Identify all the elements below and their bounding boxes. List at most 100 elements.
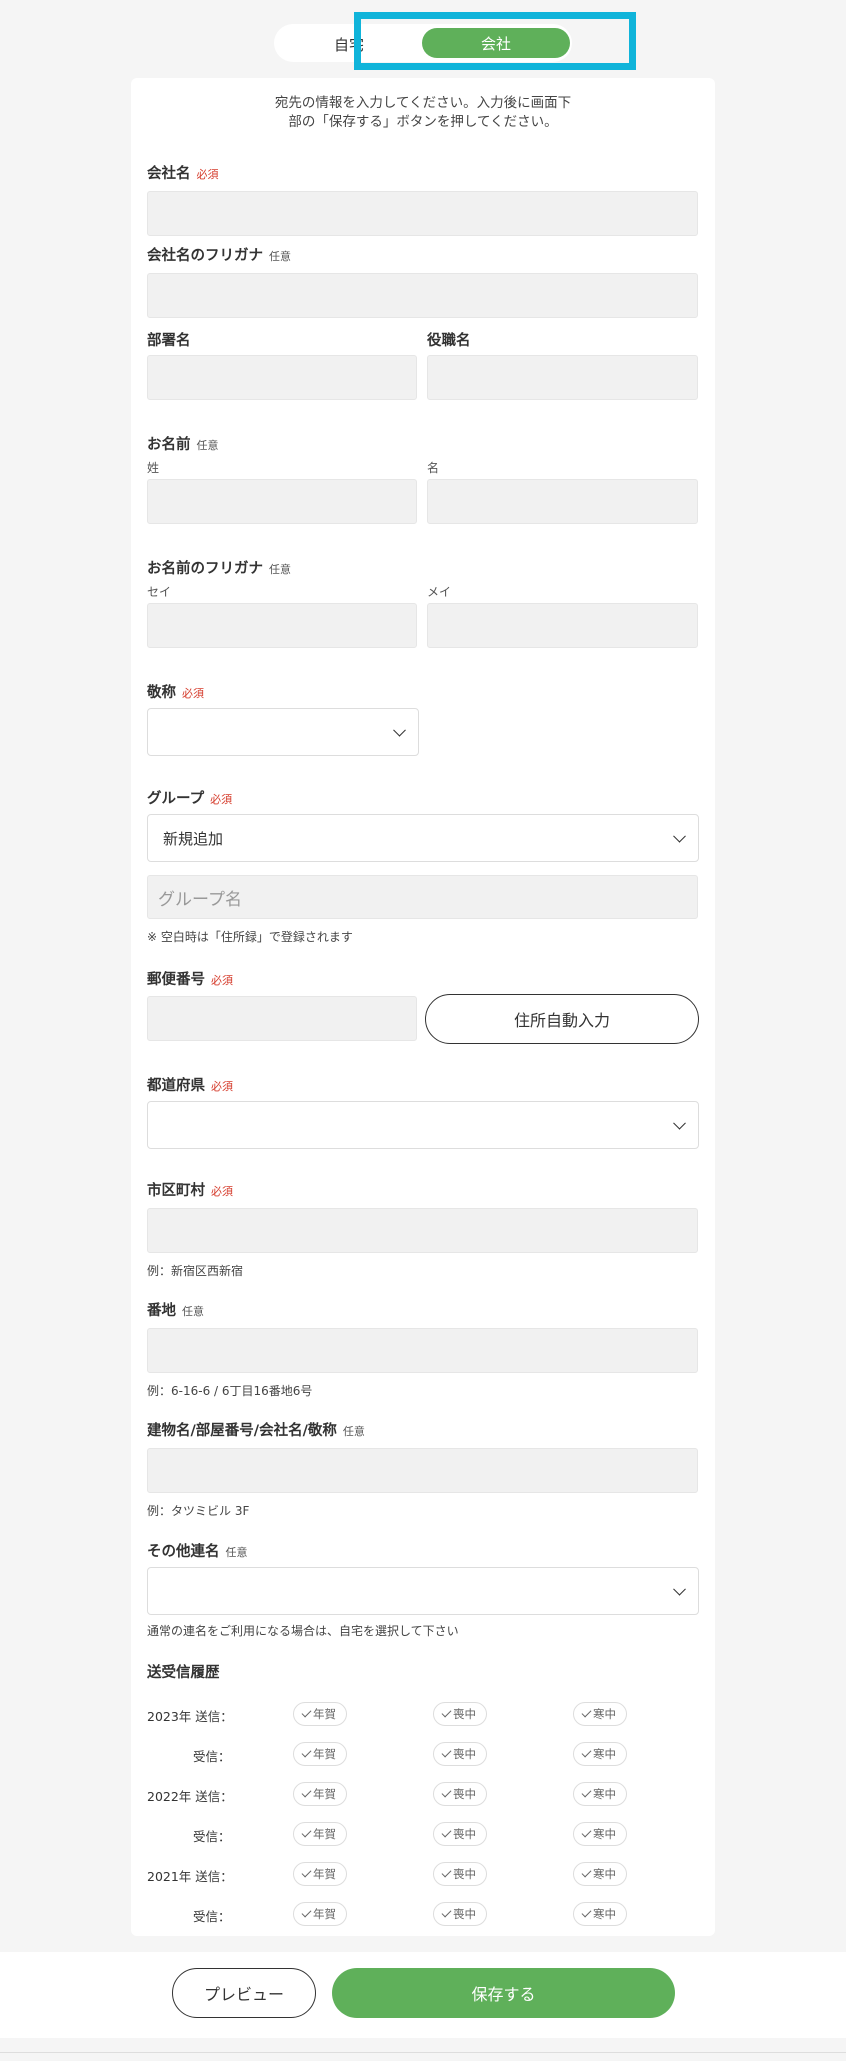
auto-address-button[interactable]: 住所自動入力 — [425, 994, 699, 1044]
history-chip[interactable]: 年賀 — [293, 1902, 347, 1926]
joint-select[interactable] — [147, 1567, 699, 1615]
history-chip-label: 寒中 — [593, 1827, 616, 1841]
history-chip[interactable]: 喪中 — [433, 1782, 487, 1806]
required-tag: 必須 — [182, 687, 204, 700]
history-title: 送受信履歴 — [147, 1665, 220, 1681]
history-chip-label: 喪中 — [453, 1707, 476, 1721]
department-label: 部署名 — [147, 333, 191, 349]
group-hint: ※ 空白時は「住所録」で登録されます — [147, 930, 353, 944]
history-chip-label: 寒中 — [593, 1907, 616, 1921]
history-row-label: 2022年 送信： — [147, 1789, 233, 1804]
history-chip[interactable]: 寒中 — [573, 1862, 627, 1886]
check-icon — [441, 1747, 452, 1758]
check-icon — [581, 1747, 592, 1758]
name-label: お名前 任意 — [147, 437, 219, 453]
history-chip-label: 喪中 — [453, 1747, 476, 1761]
history-chip[interactable]: 寒中 — [573, 1782, 627, 1806]
optional-tag: 任意 — [269, 250, 291, 263]
history-chip[interactable]: 年賀 — [293, 1742, 347, 1766]
required-tag: 必須 — [211, 974, 233, 987]
toggle-company[interactable]: 会社 — [422, 28, 570, 58]
honorific-label: 敬称 必須 — [147, 685, 204, 701]
address-type-toggle: 自宅 会社 — [274, 24, 572, 62]
mei-input[interactable] — [427, 603, 698, 648]
toggle-home[interactable]: 自宅 — [334, 34, 364, 55]
street-label: 番地 任意 — [147, 1303, 204, 1319]
history-row-label: 2023年 送信： — [147, 1709, 233, 1724]
company-kana-input[interactable] — [147, 273, 698, 318]
chevron-down-icon — [673, 1116, 686, 1130]
optional-tag: 任意 — [182, 1305, 204, 1318]
history-chip[interactable]: 喪中 — [433, 1702, 487, 1726]
group-name-placeholder: グループ名 — [158, 889, 242, 910]
name-kana-label: お名前のフリガナ 任意 — [147, 561, 291, 577]
check-icon — [581, 1787, 592, 1798]
check-icon — [301, 1787, 312, 1798]
first-name-input[interactable] — [427, 479, 698, 524]
history-chip[interactable]: 年賀 — [293, 1702, 347, 1726]
company-kana-label: 会社名のフリガナ 任意 — [147, 248, 291, 264]
city-hint: 例：新宿区西新宿 — [147, 1264, 244, 1278]
joint-hint: 通常の連名をご利用になる場合は、自宅を選択して下さい — [147, 1624, 459, 1638]
history-chip-label: 喪中 — [453, 1867, 476, 1881]
history-chip[interactable]: 喪中 — [433, 1902, 487, 1926]
building-input[interactable] — [147, 1448, 698, 1493]
mei-sublabel: メイ — [427, 585, 452, 599]
check-icon — [301, 1867, 312, 1878]
postal-input[interactable] — [147, 996, 417, 1041]
company-name-input[interactable] — [147, 191, 698, 236]
check-icon — [441, 1707, 452, 1718]
joint-label: その他連名 任意 — [147, 1544, 248, 1560]
sei-sublabel: セイ — [147, 585, 172, 599]
group-name-input[interactable]: グループ名 — [147, 875, 698, 919]
check-icon — [301, 1907, 312, 1918]
chevron-down-icon — [673, 829, 686, 843]
history-row-label: 受信： — [193, 1749, 231, 1764]
city-input[interactable] — [147, 1208, 698, 1253]
check-icon — [581, 1707, 592, 1718]
company-name-label: 会社名 必須 — [147, 166, 219, 182]
history-chip[interactable]: 年賀 — [293, 1822, 347, 1846]
history-chip-label: 年賀 — [313, 1827, 336, 1841]
required-tag: 必須 — [210, 793, 233, 806]
sei-input[interactable] — [147, 603, 417, 648]
optional-tag: 任意 — [225, 1546, 248, 1559]
check-icon — [301, 1747, 312, 1758]
intro-text: 宛先の情報を入力してください。入力後に画面下 部の「保存する」ボタンを押してくだ… — [131, 94, 715, 132]
intro-line-1: 宛先の情報を入力してください。入力後に画面下 — [274, 95, 572, 111]
history-chip[interactable]: 年賀 — [293, 1782, 347, 1806]
history-chip[interactable]: 喪中 — [433, 1862, 487, 1886]
chevron-down-icon — [393, 723, 406, 737]
check-icon — [441, 1907, 452, 1918]
history-chip[interactable]: 寒中 — [573, 1902, 627, 1926]
history-row-label: 2021年 送信： — [147, 1869, 233, 1884]
history-chip-label: 寒中 — [593, 1707, 616, 1721]
preview-button[interactable]: プレビュー — [172, 1968, 316, 2018]
history-chip[interactable]: 寒中 — [573, 1822, 627, 1846]
check-icon — [581, 1907, 592, 1918]
optional-tag: 任意 — [342, 1425, 365, 1438]
position-input[interactable] — [427, 355, 698, 400]
honorific-select[interactable] — [147, 708, 419, 756]
building-label: 建物名/部屋番号/会社名/敬称 任意 — [147, 1423, 365, 1439]
department-input[interactable] — [147, 355, 417, 400]
group-label: グループ 必須 — [147, 791, 233, 807]
history-chip[interactable]: 喪中 — [433, 1742, 487, 1766]
prefecture-select[interactable] — [147, 1101, 699, 1149]
street-hint: 例：6-16-6 / 6丁目16番地6号 — [147, 1384, 313, 1398]
building-hint: 例：タツミビル 3F — [147, 1504, 250, 1518]
history-chip-label: 寒中 — [593, 1747, 616, 1761]
required-tag: 必須 — [211, 1185, 233, 1198]
last-name-input[interactable] — [147, 479, 417, 524]
group-select[interactable]: 新規追加 — [147, 814, 699, 862]
save-button[interactable]: 保存する — [332, 1968, 675, 2018]
history-row-label: 受信： — [193, 1909, 231, 1924]
history-chip-label: 年賀 — [313, 1747, 336, 1761]
history-chip[interactable]: 喪中 — [433, 1822, 487, 1846]
history-chip[interactable]: 寒中 — [573, 1702, 627, 1726]
history-chip[interactable]: 年賀 — [293, 1862, 347, 1886]
prefecture-label: 都道府県 必須 — [147, 1078, 233, 1094]
street-input[interactable] — [147, 1328, 698, 1373]
history-chip[interactable]: 寒中 — [573, 1742, 627, 1766]
intro-line-2: 部の「保存する」ボタンを押してください。 — [288, 114, 558, 130]
